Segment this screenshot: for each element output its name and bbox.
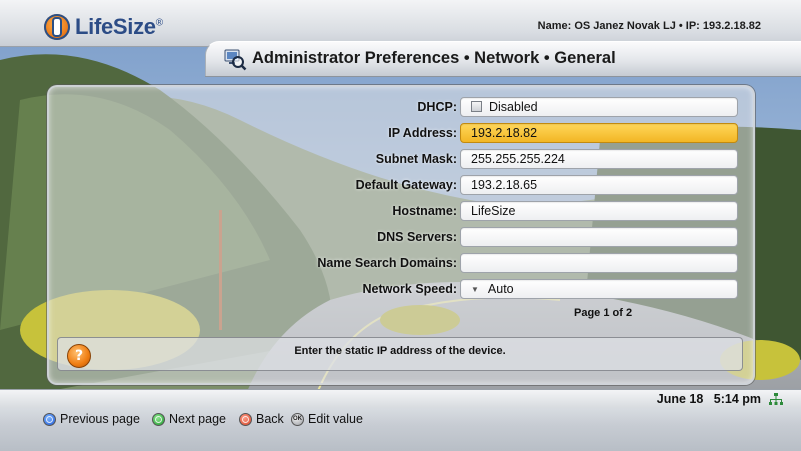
subnet-mask-label: Subnet Mask:: [375, 152, 457, 166]
edit-value-button[interactable]: OK Edit value: [291, 410, 363, 428]
dns-servers-field[interactable]: [460, 227, 738, 247]
ip-address-field[interactable]: 193.2.18.82: [460, 123, 738, 143]
ip-address-row: IP Address: 193.2.18.82: [49, 123, 753, 145]
edit-value-label: Edit value: [308, 412, 363, 426]
name-search-domains-field[interactable]: [460, 253, 738, 273]
ip-address-label: IP Address:: [388, 126, 457, 140]
default-gateway-label: Default Gateway:: [355, 178, 457, 192]
lifesize-logo-icon: [44, 14, 70, 40]
network-speed-dropdown[interactable]: ▼ Auto: [460, 279, 738, 299]
ok-glyph: OK: [293, 415, 302, 422]
network-speed-label: Network Speed:: [362, 282, 457, 296]
network-settings-icon: [224, 49, 247, 71]
header-bar: LifeSize® Name: OS Janez Novak LJ • IP: …: [0, 0, 801, 47]
network-status-icon: [769, 393, 783, 405]
status-bar: June 18 5:14 pm: [0, 389, 801, 409]
next-page-label: Next page: [169, 412, 226, 426]
lifesize-logo: LifeSize®: [44, 12, 163, 42]
checkbox-icon[interactable]: [471, 101, 482, 112]
hostname-value: LifeSize: [471, 204, 516, 218]
hostname-label: Hostname:: [392, 204, 457, 218]
default-gateway-field[interactable]: 193.2.18.65: [460, 175, 738, 195]
ok-button-icon: OK: [291, 412, 304, 426]
dns-servers-row: DNS Servers:: [49, 227, 753, 249]
dhcp-checkbox-field[interactable]: Disabled: [460, 97, 738, 117]
previous-page-button[interactable]: Previous page: [43, 410, 140, 428]
time: 5:14 pm: [713, 392, 761, 406]
help-text: Enter the static IP address of the devic…: [294, 345, 506, 357]
dropdown-arrow-icon[interactable]: ▼: [471, 281, 479, 299]
date: June 18: [656, 392, 704, 406]
name-search-domains-label: Name Search Domains:: [317, 256, 457, 270]
network-speed-row: Network Speed: ▼ Auto: [49, 279, 753, 301]
remote-button-bar: Previous page Next page Back OK Edit val…: [0, 408, 801, 451]
logo-text: LifeSize: [75, 14, 156, 39]
page-title: Administrator Preferences • Network • Ge…: [252, 49, 616, 67]
help-bar: ? Enter the static IP address of the dev…: [57, 337, 743, 371]
page-indicator: Page 1 of 2: [574, 307, 633, 319]
title-bar: Administrator Preferences • Network • Ge…: [205, 41, 801, 76]
previous-page-label: Previous page: [60, 412, 140, 426]
back-button[interactable]: Back: [239, 410, 284, 428]
dhcp-value: Disabled: [489, 100, 538, 114]
green-button-icon: [152, 412, 165, 426]
date-time: June 18 5:14 pm: [657, 392, 761, 406]
dns-servers-label: DNS Servers:: [377, 230, 457, 244]
subnet-mask-row: Subnet Mask: 255.255.255.224: [49, 149, 753, 171]
dhcp-label: DHCP:: [417, 100, 457, 114]
next-page-button[interactable]: Next page: [152, 410, 226, 428]
dhcp-row: DHCP: Disabled: [49, 97, 753, 119]
hostname-row: Hostname: LifeSize: [49, 201, 753, 223]
user-info: Name: OS Janez Novak LJ • IP: 193.2.18.8…: [537, 20, 761, 32]
settings-panel: DHCP: Disabled IP Address: 193.2.18.82 S…: [47, 85, 755, 385]
red-button-icon: [239, 412, 252, 426]
default-gateway-value: 193.2.18.65: [471, 178, 538, 192]
registered-mark: ®: [155, 17, 163, 29]
hostname-field[interactable]: LifeSize: [460, 201, 738, 221]
name-search-domains-row: Name Search Domains:: [49, 253, 753, 275]
back-label: Back: [256, 412, 284, 426]
subnet-mask-field[interactable]: 255.255.255.224: [460, 149, 738, 169]
subnet-mask-value: 255.255.255.224: [471, 152, 565, 166]
blue-button-icon: [43, 412, 56, 426]
ip-address-value: 193.2.18.82: [471, 126, 538, 140]
network-speed-value: Auto: [487, 282, 514, 296]
default-gateway-row: Default Gateway: 193.2.18.65: [49, 175, 753, 197]
